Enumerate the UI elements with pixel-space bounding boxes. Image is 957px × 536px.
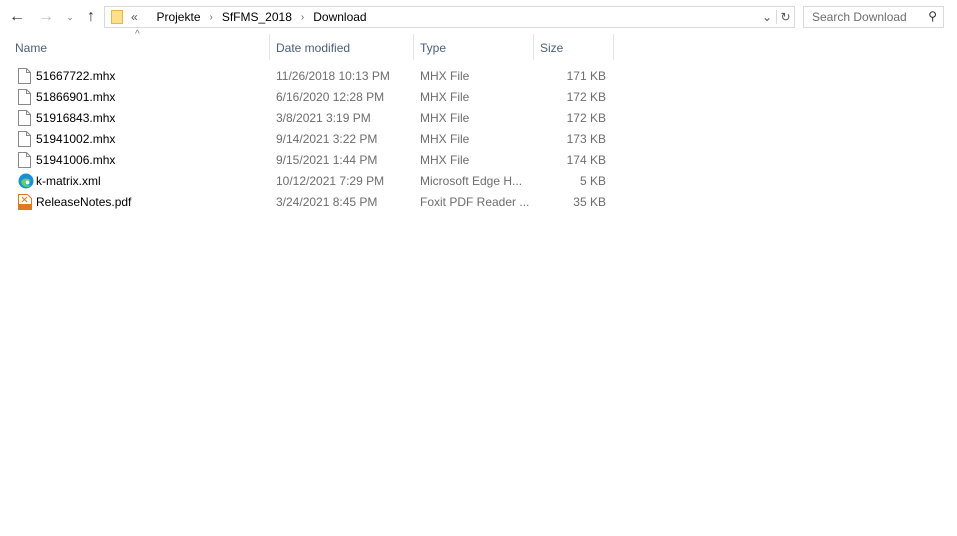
file-size: 174 KB	[566, 153, 606, 167]
file-name[interactable]: 51667722.mhx	[36, 69, 115, 83]
file-type: MHX File	[420, 132, 470, 146]
breadcrumb-overflow[interactable]: «	[131, 10, 138, 24]
file-name[interactable]: k-matrix.xml	[36, 174, 101, 188]
file-size: 5 KB	[579, 174, 606, 188]
search-placeholder: Search Download	[812, 10, 907, 24]
file-size: 172 KB	[566, 111, 606, 125]
search-input[interactable]: Search Download ⚲	[803, 6, 944, 28]
file-type: MHX File	[420, 69, 470, 83]
file-row[interactable]: 51916843.mhx 3/8/2021 3:19 PM MHX File 1…	[0, 108, 615, 129]
file-size: 35 KB	[573, 195, 606, 209]
file-icon	[18, 152, 31, 168]
file-icon	[18, 110, 31, 126]
file-date: 11/26/2018 10:13 PM	[276, 69, 390, 83]
folder-icon	[111, 10, 123, 24]
search-icon: ⚲	[928, 9, 937, 23]
file-row[interactable]: 51866901.mhx 6/16/2020 12:28 PM MHX File…	[0, 87, 615, 108]
column-header-name[interactable]: Name	[15, 37, 47, 59]
file-date: 3/8/2021 3:19 PM	[276, 111, 371, 125]
file-date: 6/16/2020 12:28 PM	[276, 90, 385, 104]
forward-button[interactable]: →	[37, 6, 55, 28]
file-row[interactable]: 51941006.mhx 9/15/2021 1:44 PM MHX File …	[0, 150, 615, 171]
file-icon	[18, 68, 31, 84]
file-date: 9/15/2021 1:44 PM	[276, 153, 378, 167]
file-type: MHX File	[420, 111, 470, 125]
chevron-right-icon[interactable]: ›	[301, 12, 304, 23]
arrow-right-icon: →	[38, 8, 54, 25]
file-date: 9/14/2021 3:22 PM	[276, 132, 378, 146]
breadcrumb-download[interactable]: Download	[313, 10, 366, 24]
file-type: Foxit PDF Reader ...	[420, 195, 530, 209]
back-button[interactable]: ←	[8, 6, 26, 28]
file-name[interactable]: 51916843.mhx	[36, 111, 115, 125]
file-type: MHX File	[420, 90, 470, 104]
file-row[interactable]: ReleaseNotes.pdf 3/24/2021 8:45 PM Foxit…	[0, 192, 615, 213]
chevron-down-icon: ⌄	[66, 11, 74, 22]
file-row[interactable]: k-matrix.xml 10/12/2021 7:29 PM Microsof…	[0, 171, 615, 192]
arrow-left-icon: ←	[9, 8, 25, 25]
file-size: 173 KB	[566, 132, 606, 146]
column-header-date[interactable]: Date modified	[276, 37, 350, 59]
up-button[interactable]: ↑	[82, 6, 100, 28]
refresh-icon[interactable]: ↻	[776, 10, 794, 24]
column-header-type[interactable]: Type	[420, 37, 446, 59]
sort-ascending-icon: ^	[135, 29, 140, 40]
breadcrumb-projekte[interactable]: Projekte	[156, 10, 200, 24]
edge-icon	[18, 173, 34, 189]
file-name[interactable]: ReleaseNotes.pdf	[36, 195, 131, 209]
pdf-icon	[18, 194, 32, 210]
recent-locations-button[interactable]: ⌄	[63, 6, 77, 28]
chevron-right-icon[interactable]: ›	[210, 12, 213, 23]
file-icon	[18, 89, 31, 105]
breadcrumb-sffms[interactable]: SfFMS_2018	[222, 10, 292, 24]
file-date: 3/24/2021 8:45 PM	[276, 195, 378, 209]
file-size: 171 KB	[566, 69, 606, 83]
file-name[interactable]: 51941002.mhx	[36, 132, 115, 146]
file-type: MHX File	[420, 153, 470, 167]
file-size: 172 KB	[566, 90, 606, 104]
file-icon	[18, 131, 31, 147]
arrow-up-icon: ↑	[87, 8, 95, 25]
file-name[interactable]: 51941006.mhx	[36, 153, 115, 167]
file-type: Microsoft Edge H...	[420, 174, 523, 188]
file-row[interactable]: 51941002.mhx 9/14/2021 3:22 PM MHX File …	[0, 129, 615, 150]
file-row[interactable]: 51667722.mhx 11/26/2018 10:13 PM MHX Fil…	[0, 66, 615, 87]
file-date: 10/12/2021 7:29 PM	[276, 174, 385, 188]
address-bar[interactable]: « Projekte › SfFMS_2018 › Download ⌄ ↻	[104, 6, 795, 28]
address-dropdown-icon[interactable]: ⌄	[758, 10, 776, 24]
column-header-size[interactable]: Size	[540, 37, 563, 59]
file-name[interactable]: 51866901.mhx	[36, 90, 115, 104]
